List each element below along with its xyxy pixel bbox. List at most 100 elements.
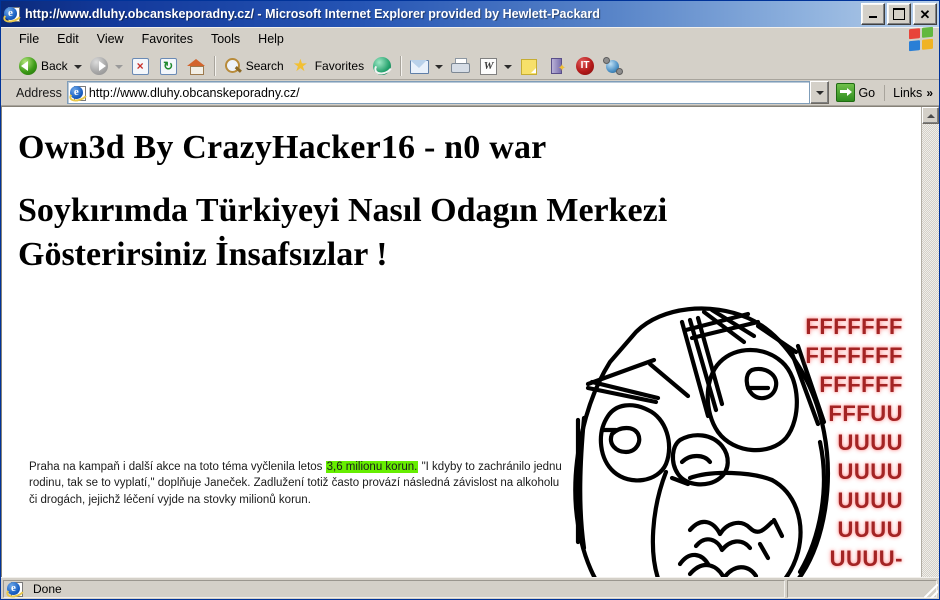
go-button-label: Go [858, 85, 876, 100]
page-heading-primary: Own3d By CrazyHacker16 - n0 war [18, 129, 547, 166]
status-message-pane: e Done [3, 579, 785, 600]
toolbar: Back × ↻ Search ★ Favorites W ✦ IT [1, 52, 939, 80]
rage-text-line: UUUU [837, 488, 903, 514]
menu-bar: File Edit View Favorites Tools Help [1, 26, 939, 52]
browser-window: e http://www.dluhy.obcanskeporadny.cz/ -… [0, 0, 940, 600]
media-button[interactable] [368, 54, 396, 78]
word-document-icon: W [478, 56, 498, 76]
go-arrow-icon [836, 83, 856, 102]
status-bar: e Done [1, 577, 939, 600]
printer-icon [450, 56, 471, 76]
toolbar-grip[interactable] [7, 57, 12, 75]
rage-text-line: FFFFFFF [805, 314, 903, 339]
toolbar-separator-2 [400, 55, 402, 76]
back-arrow-icon [18, 56, 38, 76]
network-button[interactable] [599, 54, 627, 78]
vertical-scrollbar[interactable] [921, 107, 939, 577]
stop-icon: × [130, 56, 150, 76]
menu-item-view[interactable]: View [89, 29, 132, 49]
address-bar: Address e http://www.dluhy.obcanskeporad… [1, 80, 939, 106]
rage-text-line: UUUU- [829, 546, 903, 572]
it-badge-icon: IT [575, 56, 595, 76]
address-label: Address [16, 85, 62, 100]
page-icon: e [67, 85, 90, 104]
stop-button[interactable]: × [126, 54, 154, 78]
page-viewport: Own3d By CrazyHacker16 - n0 war Soykırım… [1, 106, 939, 577]
go-button[interactable]: Go [833, 82, 880, 103]
rage-text-line: FFFFFF [819, 372, 903, 398]
search-icon [223, 56, 243, 76]
rage-text-line: UUUU [837, 430, 903, 456]
close-button[interactable]: ✕ [913, 3, 937, 25]
toolbar-separator [213, 55, 215, 76]
page-heading-secondary-line1: Soykırımda Türkiyeyi Nasıl Odagın Merkez… [18, 192, 668, 229]
rage-text: FFFFFFF FFFFFFF FFFFFF FFFUU UUUU UUUU U… [805, 312, 903, 573]
address-dropdown-button[interactable] [810, 81, 830, 104]
star-icon: ★ [292, 55, 308, 75]
page-heading-secondary: Soykırımda Türkiyeyi Nasıl Odagın Merkez… [18, 189, 667, 276]
edit-word-button[interactable]: W [474, 54, 502, 78]
status-text: Done [33, 581, 62, 596]
window-title: http://www.dluhy.obcanskeporadny.cz/ - M… [25, 7, 600, 21]
resize-grip[interactable] [924, 584, 938, 598]
edit-dropdown-icon[interactable] [504, 64, 513, 69]
scrollbar-track[interactable] [922, 124, 939, 577]
scroll-up-button[interactable] [922, 107, 939, 124]
forward-arrow-icon [89, 56, 109, 76]
links-button[interactable]: Links » [884, 84, 937, 101]
mail-dropdown-icon[interactable] [435, 64, 444, 69]
favorites-button[interactable]: ★ Favorites [288, 54, 368, 78]
media-icon [372, 56, 395, 77]
mail-button[interactable] [405, 54, 433, 78]
minimize-button[interactable] [861, 3, 885, 25]
status-internet-explorer-icon: e [4, 581, 27, 600]
page-heading-secondary-line2: Gösterirsiniz İnsafsızlar ! [18, 235, 388, 273]
notes-button[interactable] [515, 54, 543, 78]
address-input[interactable]: e http://www.dluhy.obcanskeporadny.cz/ [66, 81, 811, 104]
forward-dropdown-icon[interactable] [114, 64, 123, 69]
search-button[interactable]: Search [219, 54, 288, 78]
maximize-icon [893, 8, 905, 20]
rage-text-line: FFFUU [828, 401, 903, 427]
rage-text-line: FFFFFFF [805, 343, 903, 369]
addon-tower-button[interactable]: ✦ [543, 54, 571, 78]
tower-icon: ✦ [547, 56, 567, 76]
address-url-text: http://www.dluhy.obcanskeporadny.cz/ [88, 85, 300, 100]
internet-explorer-icon: e [1, 6, 24, 25]
print-button[interactable] [446, 54, 474, 78]
menu-item-file[interactable]: File [11, 29, 47, 49]
menu-item-edit[interactable]: Edit [49, 29, 87, 49]
rage-text-line: UUUU [837, 459, 903, 485]
refresh-icon: ↻ [158, 56, 178, 76]
sticky-note-icon [519, 56, 539, 76]
back-button[interactable]: Back [14, 54, 72, 78]
home-button[interactable] [182, 54, 210, 78]
paragraph-before-highlight: Praha na kampaň i další akce na toto tém… [29, 460, 326, 473]
menu-grip[interactable] [3, 30, 8, 48]
maximize-button[interactable] [887, 3, 911, 25]
back-dropdown-icon[interactable] [73, 64, 82, 69]
favorites-button-label: Favorites [314, 58, 365, 73]
back-button-label: Back [41, 58, 68, 73]
it-button[interactable]: IT [571, 54, 599, 78]
windows-flag-icon [909, 26, 933, 52]
mail-icon [409, 56, 430, 76]
highlighted-amount: 3,6 milionu korun. [325, 460, 419, 473]
refresh-button[interactable]: ↻ [154, 54, 182, 78]
minimize-icon [869, 16, 877, 18]
forward-button[interactable] [85, 54, 113, 78]
chevron-double-right-icon: » [926, 85, 933, 100]
network-globe-icon [603, 56, 624, 76]
menu-item-help[interactable]: Help [250, 29, 292, 49]
search-button-label: Search [245, 58, 284, 73]
links-button-label: Links [893, 85, 923, 100]
window-controls: ✕ [861, 3, 937, 25]
menu-item-favorites[interactable]: Favorites [134, 29, 201, 49]
rage-text-line: UUUU [837, 517, 903, 543]
menu-item-tools[interactable]: Tools [203, 29, 248, 49]
home-icon [186, 56, 206, 76]
title-bar: e http://www.dluhy.obcanskeporadny.cz/ -… [1, 1, 939, 27]
status-zone-pane [787, 579, 937, 598]
page-paragraph: Praha na kampaň i další akce na toto tém… [29, 459, 569, 509]
address-grip[interactable] [7, 84, 12, 102]
